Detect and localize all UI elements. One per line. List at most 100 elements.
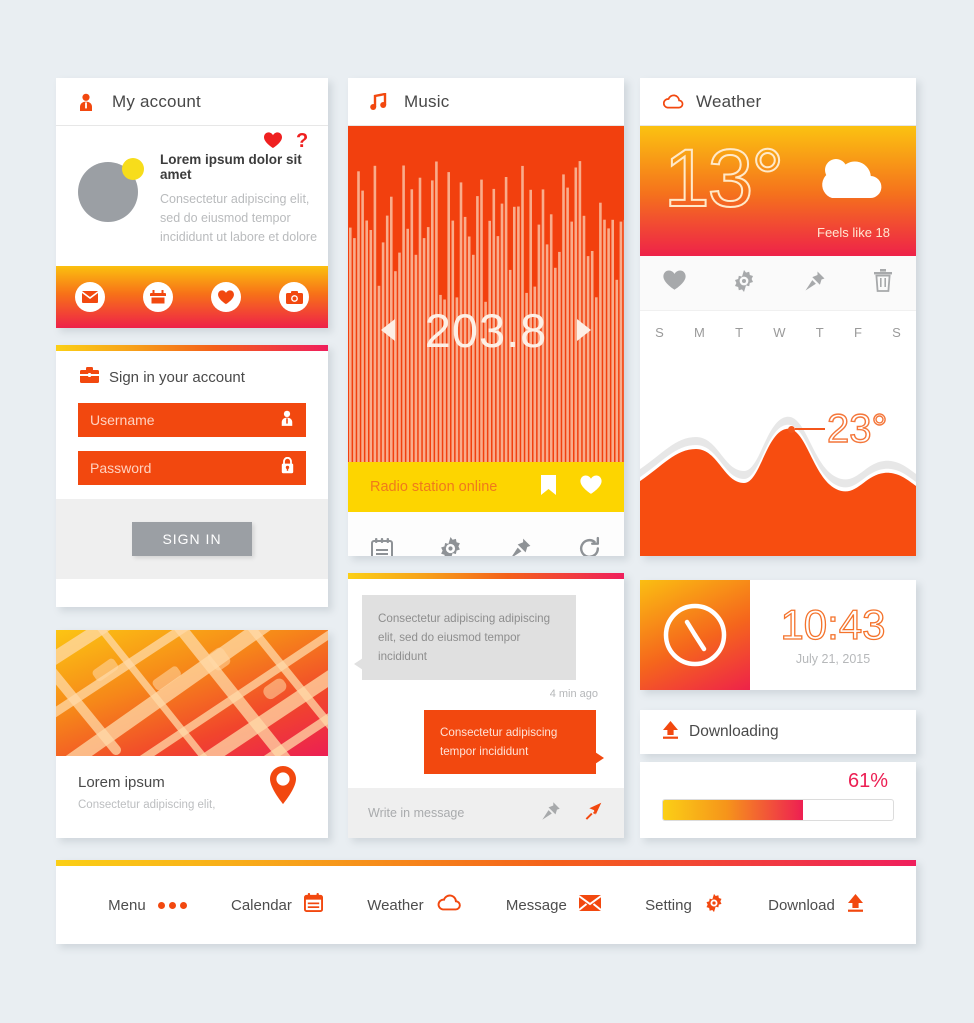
heart-icon[interactable] [211,282,241,312]
nav-item-calendar[interactable]: Calendar [231,893,323,917]
password-placeholder: Password [90,460,152,476]
weekday-label: M [694,324,705,340]
nav-item-setting[interactable]: Setting [645,893,724,918]
nav-label: Menu [108,896,146,914]
nav-label: Message [505,896,567,914]
my-account-card: My account ? Lorem ipsum dolor sit amet … [56,78,328,328]
current-temperature: 13° [663,133,785,224]
weekday-label: T [735,324,744,340]
clock-card: 10:43 July 21, 2015 [640,580,916,690]
cloud-icon [436,894,462,916]
bookmark-icon[interactable] [541,474,556,500]
clock-time: 10:43 [780,601,886,648]
message-card: Consectetur adipiscing adipiscing elit, … [348,573,624,838]
outgoing-message-bubble: Consectetur adipiscing tempor incididunt [424,710,604,774]
music-action-bar [348,512,624,556]
progress-bar[interactable] [662,799,894,821]
music-title: Music [404,91,450,111]
message-timestamp: 4 min ago [549,688,598,700]
next-arrow-icon[interactable] [577,319,592,341]
user-icon [280,410,294,431]
bottom-navigation-bar: Menu Calendar Weather Message Setting Do… [56,860,916,944]
gear-icon[interactable] [438,536,463,556]
mail-icon[interactable] [75,282,105,312]
nav-label: Setting [645,896,692,914]
pin-icon[interactable] [803,269,827,298]
radio-status-label: Radio station online [370,479,498,495]
ui-kit-canvas: My account ? Lorem ipsum dolor sit amet … [0,0,974,1023]
weather-card: Weather 13° Feels like 18 S M T W T F S … [640,78,916,556]
weekday-label: F [853,324,862,340]
nav-item-menu[interactable]: Menu [108,897,187,914]
gear-icon [704,893,724,918]
mail-icon [578,894,602,916]
gear-icon[interactable] [732,269,756,298]
lock-icon [281,456,294,479]
pin-icon[interactable] [540,800,562,827]
location-pin-icon[interactable] [268,765,298,810]
send-arrow-icon[interactable] [582,800,604,827]
music-card: Music 203.8 Radio station online [348,78,624,556]
briefcase-icon [80,366,99,388]
trash-icon[interactable] [873,269,893,297]
nav-item-weather[interactable]: Weather [367,894,461,916]
heart-icon[interactable] [264,131,282,154]
account-name: Lorem ipsum dolor sit amet [160,152,302,182]
sign-in-button[interactable]: SIGN IN [132,522,252,556]
sign-in-card: Sign in your account Username Password S… [56,345,328,607]
avatar-badge [122,158,144,180]
clock-date: July 21, 2015 [795,652,871,666]
music-note-icon [370,93,396,110]
weather-title: Weather [696,91,762,111]
my-account-title: My account [112,91,201,111]
previous-arrow-icon[interactable] [380,319,395,341]
sign-in-title: Sign in your account [109,368,245,386]
account-description: Consectetur adipiscing elit, sed do eius… [160,192,318,244]
feels-like-label: Feels like 18 [817,225,890,240]
cloud-icon [662,94,688,109]
download-progress-card: 61% [640,762,916,838]
weekday-label: W [773,324,786,340]
my-account-header: My account [56,78,328,126]
svg-text:?: ? [296,130,308,150]
download-header-card: Downloading [640,710,916,754]
calendar-icon[interactable] [143,282,173,312]
incoming-message-bubble: Consectetur adipiscing adipiscing elit, … [354,595,576,680]
radio-status-bar: Radio station online [348,462,624,512]
nav-label: Calendar [231,896,292,914]
user-icon [78,93,104,111]
avatar [78,158,144,222]
download-percent-label: 61% [847,770,888,792]
message-thread: Consectetur adipiscing adipiscing elit, … [348,579,624,774]
refresh-icon[interactable] [577,536,602,556]
download-header: Downloading [640,710,916,754]
upload-arrow-icon [847,893,864,917]
music-controls: 203.8 [348,294,624,366]
calendar-icon[interactable] [370,537,394,556]
weekday-label: S [892,324,901,340]
frequency-display: 203.8 [424,303,548,357]
dots-icon [157,901,187,909]
annotation-line [795,428,825,430]
annotation-dot [788,425,795,433]
map-preview[interactable] [56,630,328,756]
weekday-labels: S M T W T F S [640,310,916,353]
heart-icon[interactable] [663,270,686,296]
nav-item-download[interactable]: Download [768,893,864,917]
music-header: Music [348,78,624,126]
progress-bar-fill [663,800,804,820]
camera-icon[interactable] [279,282,309,312]
nav-label: Weather [367,896,424,914]
username-field[interactable]: Username [78,403,306,437]
pin-icon[interactable] [508,536,533,556]
message-input[interactable]: Write in message [368,806,540,820]
peak-temperature: 23° [826,407,888,451]
weather-header: Weather [640,78,916,126]
weather-forecast-chart: 23° [640,353,916,556]
heart-icon[interactable] [580,474,602,500]
password-field[interactable]: Password [78,451,306,485]
nav-item-message[interactable]: Message [505,894,602,916]
clock-icon [640,580,750,690]
download-title: Downloading [689,723,779,740]
sign-in-header: Sign in your account [56,351,328,403]
